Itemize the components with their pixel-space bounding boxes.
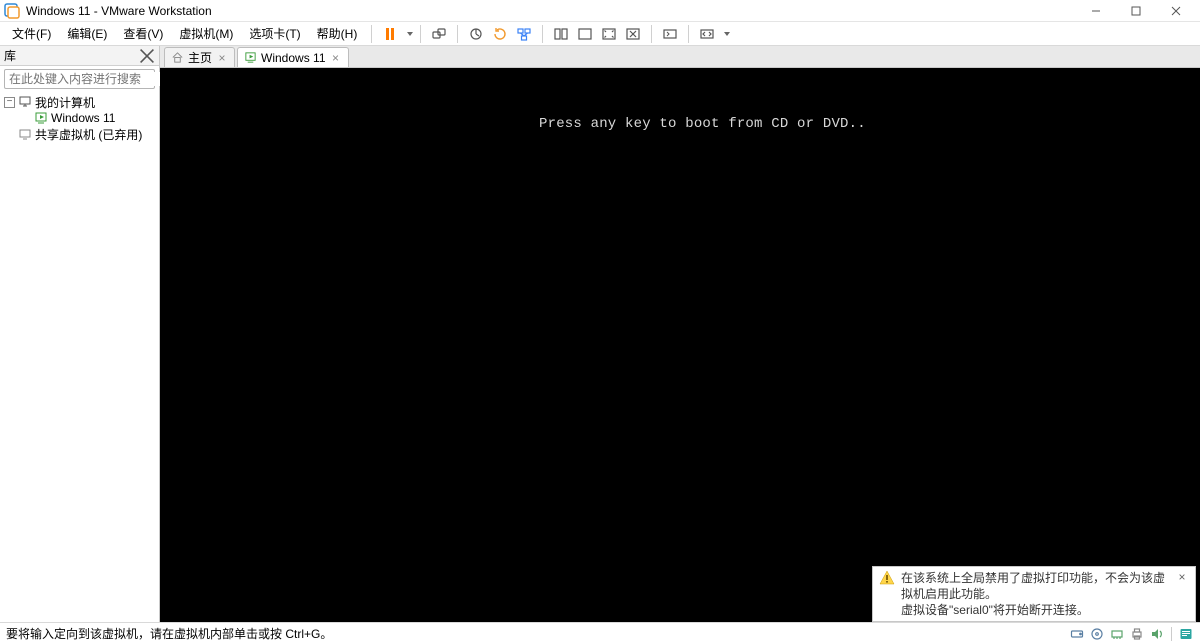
status-text: 要将输入定向到该虚拟机，请在虚拟机内部单击或按 Ctrl+G。 xyxy=(6,625,332,642)
search-input[interactable] xyxy=(7,72,166,86)
snapshot-take-button[interactable] xyxy=(464,23,488,45)
tab-vm-label: Windows 11 xyxy=(261,51,325,65)
vm-boot-message: Press any key to boot from CD or DVD.. xyxy=(539,116,866,132)
unity-button[interactable] xyxy=(621,23,645,45)
tab-home-label: 主页 xyxy=(188,49,212,66)
toast-line2: 虚拟设备"serial0"将开始断开连接。 xyxy=(901,602,1169,618)
view-single-button[interactable] xyxy=(573,23,597,45)
separator xyxy=(371,25,372,43)
separator xyxy=(651,25,652,43)
menu-file[interactable]: 文件(F) xyxy=(4,22,59,45)
library-sidebar: 库 − 我的计算机 xyxy=(0,46,160,622)
tab-vm[interactable]: Windows 11 × xyxy=(237,47,348,67)
tree-my-computer-label: 我的计算机 xyxy=(35,94,95,111)
library-search[interactable] xyxy=(4,69,155,89)
stretch-dropdown[interactable] xyxy=(723,27,731,41)
suspend-dropdown[interactable] xyxy=(406,27,414,41)
close-sidebar-button[interactable] xyxy=(139,48,155,64)
warning-icon xyxy=(879,570,895,586)
cd-dvd-icon[interactable] xyxy=(1089,626,1105,642)
suspend-button[interactable] xyxy=(378,23,402,45)
library-tree: − 我的计算机 Windows 11 共享虚拟机 (已弃用) xyxy=(0,92,159,144)
menu-vm[interactable]: 虚拟机(M) xyxy=(171,22,241,45)
library-header: 库 xyxy=(0,46,159,66)
tree-my-computer[interactable]: − 我的计算机 xyxy=(2,94,157,110)
menu-bar: 文件(F) 编辑(E) 查看(V) 虚拟机(M) 选项卡(T) 帮助(H) xyxy=(0,22,1200,46)
separator xyxy=(457,25,458,43)
menu-help[interactable]: 帮助(H) xyxy=(309,22,366,45)
separator xyxy=(1171,627,1172,641)
tree-shared-vms-label: 共享虚拟机 (已弃用) xyxy=(35,126,142,143)
vm-powered-icon xyxy=(34,111,48,125)
tree-vm-label: Windows 11 xyxy=(51,111,115,125)
tree-shared-vms[interactable]: 共享虚拟机 (已弃用) xyxy=(2,126,157,142)
close-tab-home[interactable]: × xyxy=(216,52,228,64)
view-console-button[interactable] xyxy=(549,23,573,45)
quick-switch-button[interactable] xyxy=(658,23,682,45)
warning-toast: 在该系统上全局禁用了虚拟打印功能，不会为该虚拟机启用此功能。 虚拟设备"seri… xyxy=(872,566,1196,622)
title-bar: Windows 11 - VMware Workstation xyxy=(0,0,1200,22)
toast-body: 在该系统上全局禁用了虚拟打印功能，不会为该虚拟机启用此功能。 虚拟设备"seri… xyxy=(901,570,1169,618)
minimize-button[interactable] xyxy=(1076,0,1116,22)
tab-strip: 主页 × Windows 11 × xyxy=(160,46,1200,68)
fullscreen-button[interactable] xyxy=(597,23,621,45)
status-devices xyxy=(1069,626,1194,642)
vm-console[interactable]: Press any key to boot from CD or DVD.. xyxy=(160,68,1200,622)
sound-icon[interactable] xyxy=(1149,626,1165,642)
snapshot-revert-button[interactable] xyxy=(488,23,512,45)
menu-view[interactable]: 查看(V) xyxy=(115,22,171,45)
toast-line1: 在该系统上全局禁用了虚拟打印功能，不会为该虚拟机启用此功能。 xyxy=(901,570,1169,602)
close-window-button[interactable] xyxy=(1156,0,1196,22)
tree-vm-item[interactable]: Windows 11 xyxy=(2,110,157,126)
tree-collapse-icon[interactable]: − xyxy=(4,97,15,108)
maximize-button[interactable] xyxy=(1116,0,1156,22)
menu-tabs[interactable]: 选项卡(T) xyxy=(241,22,308,45)
network-adapter-icon[interactable] xyxy=(1109,626,1125,642)
window-title: Windows 11 - VMware Workstation xyxy=(26,4,212,18)
computer-icon xyxy=(18,95,32,109)
snapshot-manager-button[interactable] xyxy=(512,23,536,45)
hard-disk-icon[interactable] xyxy=(1069,626,1085,642)
status-bar: 要将输入定向到该虚拟机，请在虚拟机内部单击或按 Ctrl+G。 xyxy=(0,622,1200,644)
tab-home[interactable]: 主页 × xyxy=(164,47,235,67)
separator xyxy=(542,25,543,43)
toast-close-button[interactable]: × xyxy=(1175,570,1189,584)
printer-icon[interactable] xyxy=(1129,626,1145,642)
close-tab-vm[interactable]: × xyxy=(330,52,342,64)
library-title: 库 xyxy=(4,47,16,64)
vmware-app-icon xyxy=(4,3,20,19)
message-log-icon[interactable] xyxy=(1178,626,1194,642)
shared-vms-icon xyxy=(18,127,32,141)
separator xyxy=(420,25,421,43)
menu-edit[interactable]: 编辑(E) xyxy=(59,22,115,45)
stretch-guest-button[interactable] xyxy=(695,23,719,45)
send-ctrl-alt-del-button[interactable] xyxy=(427,23,451,45)
separator xyxy=(688,25,689,43)
